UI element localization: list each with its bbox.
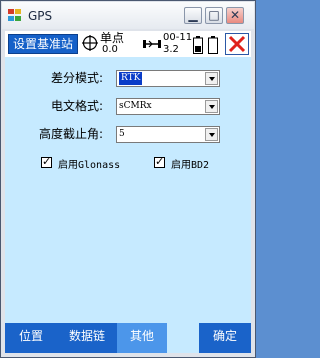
window-title: GPS — [28, 9, 53, 23]
diff-mode-label: 差分模式: — [51, 71, 104, 85]
tab-datalink[interactable]: 数据链 — [59, 323, 115, 353]
diff-mode-select[interactable]: RTK — [116, 70, 220, 87]
bd2-label: 启用BD2 — [171, 160, 210, 171]
status-bar: 设置基准站 单点 0.0 00-11 3.2 — [5, 31, 251, 57]
close-button[interactable] — [225, 33, 249, 55]
title-bar: GPS ▁ □ ✕ — [2, 2, 254, 29]
glonass-checkbox[interactable] — [41, 155, 52, 168]
tab-bar: 位置 数据链 其他 确定 — [5, 323, 251, 353]
maximize-button[interactable]: □ — [205, 7, 223, 24]
elev-mask-value: 5 — [119, 129, 125, 139]
elev-mask-label: 高度截止角: — [39, 127, 104, 141]
close-icon — [228, 35, 246, 53]
bd2-checkbox[interactable] — [154, 155, 165, 168]
link-code: 00-11 — [163, 32, 193, 43]
battery-icon — [193, 36, 203, 54]
crosshair-icon — [82, 35, 98, 51]
app-icon — [8, 9, 22, 22]
antenna-link-icon — [143, 40, 161, 48]
tab-spacer — [167, 323, 199, 353]
battery-icon — [208, 36, 218, 54]
msg-format-label: 电文格式: — [51, 99, 104, 113]
app-window: GPS ▁ □ ✕ 设置基准站 单点 0.0 00-11 3.2 差分模式: R… — [0, 0, 256, 358]
minimize-button[interactable]: ▁ — [184, 7, 202, 24]
chevron-down-icon[interactable] — [205, 128, 218, 141]
tab-other[interactable]: 其他 — [117, 323, 167, 353]
diff-mode-value: RTK — [119, 72, 143, 85]
chevron-down-icon[interactable] — [205, 72, 218, 85]
msg-format-value: sCMRx — [119, 101, 152, 111]
msg-format-select[interactable]: sCMRx — [116, 98, 220, 115]
chevron-down-icon[interactable] — [205, 100, 218, 113]
client-area: 设置基准站 单点 0.0 00-11 3.2 差分模式: RTK 电文格式: s… — [5, 31, 251, 353]
link-value: 3.2 — [163, 44, 179, 55]
window-close-button[interactable]: ✕ — [226, 7, 244, 24]
fix-value: 0.0 — [102, 44, 118, 55]
elev-mask-select[interactable]: 5 — [116, 126, 220, 143]
ok-button[interactable]: 确定 — [199, 323, 251, 353]
tab-position[interactable]: 位置 — [5, 323, 57, 353]
glonass-label: 启用Glonass — [58, 160, 121, 171]
set-base-station-button[interactable]: 设置基准站 — [8, 34, 78, 54]
